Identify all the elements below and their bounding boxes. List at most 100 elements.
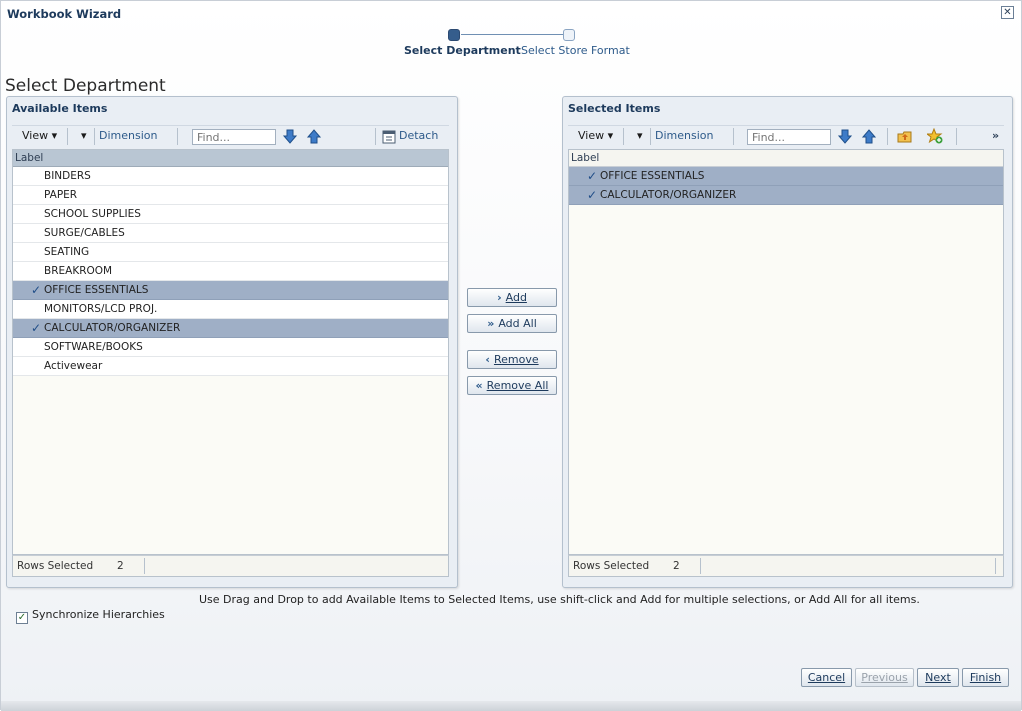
- cancel-button[interactable]: Cancel: [801, 668, 852, 687]
- list-item-label: MONITORS/LCD PROJ.: [44, 303, 158, 315]
- toolbar-separator: [733, 128, 734, 145]
- dimension-link[interactable]: Dimension: [99, 129, 157, 142]
- close-icon[interactable]: ✕: [1001, 6, 1014, 19]
- add-button[interactable]: › Add: [467, 288, 557, 307]
- add-all-button[interactable]: » Add All: [467, 314, 557, 333]
- double-chevron-right-icon: »: [487, 317, 495, 330]
- list-item-label: PAPER: [44, 189, 78, 201]
- toolbar-separator: [623, 128, 624, 145]
- rows-selected-label: Rows Selected: [17, 560, 94, 572]
- remove-all-button[interactable]: «Remove All: [467, 376, 557, 395]
- detach-link[interactable]: Detach: [399, 129, 438, 142]
- list-item[interactable]: ✓ CALCULATOR/ORGANIZER: [13, 319, 448, 338]
- list-item-label: CALCULATOR/ORGANIZER: [44, 322, 181, 334]
- selected-items-table: Label ✓ OFFICE ESSENTIALS ✓ CALCULATOR/ORGA…: [568, 149, 1004, 555]
- find-input[interactable]: [192, 129, 276, 145]
- status-separator: [144, 558, 145, 574]
- workbook-wizard-dialog: Workbook Wizard ✕ Select Department Sele…: [0, 0, 1022, 711]
- dimension-dropdown-icon[interactable]: ▾: [637, 129, 643, 142]
- list-item[interactable]: SEATING: [13, 243, 448, 262]
- find-previous-up-icon[interactable]: [306, 128, 322, 145]
- view-menu[interactable]: View ▾: [578, 129, 613, 142]
- list-item[interactable]: ✓ CALCULATOR/ORGANIZER: [569, 186, 1003, 205]
- list-item[interactable]: SURGE/CABLES: [13, 224, 448, 243]
- find-previous-up-icon[interactable]: [861, 128, 877, 145]
- checkmark-icon: ✓: [31, 283, 42, 297]
- previous-button-label: Previous: [861, 671, 908, 684]
- selected-items-panel: Selected Items View ▾ ▾ Dimension Find..…: [562, 96, 1013, 588]
- toolbar-separator: [94, 128, 95, 145]
- checkmark-icon: ✓: [587, 169, 598, 183]
- list-item-label: SEATING: [44, 246, 90, 258]
- train-stop-next[interactable]: [563, 29, 575, 41]
- dimension-dropdown-icon[interactable]: ▾: [81, 129, 87, 142]
- synchronize-hierarchies-label: Synchronize Hierarchies: [32, 608, 165, 621]
- list-item[interactable]: ✓ OFFICE ESSENTIALS: [13, 281, 448, 300]
- checkmark-icon: ✓: [31, 321, 42, 335]
- drag-drop-hint: Use Drag and Drop to add Available Items…: [199, 593, 920, 606]
- available-items-panel: Available Items View ▾ ▾ Dimension Detac…: [6, 96, 458, 588]
- double-chevron-left-icon: «: [475, 379, 483, 392]
- selected-status-bar: Rows Selected 2: [568, 555, 1004, 577]
- toolbar-separator: [650, 128, 651, 145]
- train-line: [461, 34, 563, 35]
- list-item-label: BREAKROOM: [44, 265, 113, 277]
- view-menu[interactable]: View ▾: [22, 129, 57, 142]
- add-button-label: Add: [505, 291, 527, 304]
- available-toolbar: View ▾ ▾ Dimension Detach: [12, 125, 449, 147]
- train-step-select-store-format[interactable]: Select Store Format: [521, 44, 630, 57]
- add-favorite-star-icon[interactable]: [927, 128, 943, 145]
- list-item[interactable]: SCHOOL SUPPLIES: [13, 205, 448, 224]
- rows-selected-count: 2: [673, 560, 680, 572]
- list-item-label: BINDERS: [44, 170, 91, 182]
- list-item[interactable]: SOFTWARE/BOOKS: [13, 338, 448, 357]
- wizard-train: Select Department Select Store Format: [401, 27, 631, 61]
- status-separator: [700, 558, 701, 574]
- list-item-label: SCHOOL SUPPLIES: [44, 208, 141, 220]
- find-next-down-icon[interactable]: [837, 128, 853, 145]
- list-item-label: SURGE/CABLES: [44, 227, 125, 239]
- list-item[interactable]: ✓ OFFICE ESSENTIALS: [569, 167, 1003, 186]
- toolbar-separator: [887, 128, 888, 145]
- selected-toolbar: View ▾ ▾ Dimension »: [568, 125, 1004, 147]
- available-items-header: Available Items: [12, 102, 108, 115]
- toolbar-separator: [67, 128, 68, 145]
- add-all-button-label: Add All: [498, 317, 537, 330]
- toolbar-overflow-icon[interactable]: »: [992, 129, 999, 142]
- list-item-label: SOFTWARE/BOOKS: [44, 341, 143, 353]
- dimension-link[interactable]: Dimension: [655, 129, 713, 142]
- rows-selected-count: 2: [117, 560, 124, 572]
- list-item[interactable]: PAPER: [13, 186, 448, 205]
- column-header-label[interactable]: Label: [13, 150, 448, 167]
- list-item-label: OFFICE ESSENTIALS: [44, 284, 149, 296]
- finish-button-label: Finish: [969, 671, 1002, 684]
- next-button-label: Next: [925, 671, 951, 684]
- list-item[interactable]: BINDERS: [13, 167, 448, 186]
- remove-all-button-label: Remove All: [486, 379, 549, 392]
- detach-icon[interactable]: [381, 128, 397, 145]
- train-stop-current: [448, 29, 460, 41]
- page-title: Select Department: [5, 76, 166, 96]
- available-status-bar: Rows Selected 2: [12, 555, 449, 577]
- rows-selected-label: Rows Selected: [573, 560, 650, 572]
- column-header-label[interactable]: Label: [569, 150, 1003, 167]
- synchronize-hierarchies-checkbox[interactable]: ✓: [16, 612, 28, 624]
- list-item[interactable]: MONITORS/LCD PROJ.: [13, 300, 448, 319]
- finish-button[interactable]: Finish: [962, 668, 1009, 687]
- move-to-top-folder-icon[interactable]: [897, 128, 913, 145]
- checkmark-icon: ✓: [587, 188, 598, 202]
- find-next-down-icon[interactable]: [282, 128, 298, 145]
- list-item-label: CALCULATOR/ORGANIZER: [600, 189, 737, 201]
- remove-button-label: Remove: [493, 353, 539, 366]
- list-item[interactable]: Activewear: [13, 357, 448, 376]
- previous-button[interactable]: Previous: [855, 668, 914, 687]
- cancel-button-label: Cancel: [807, 671, 846, 684]
- synchronize-hierarchies-option[interactable]: ✓ Synchronize Hierarchies: [16, 608, 165, 624]
- selected-items-header: Selected Items: [568, 102, 661, 115]
- find-input[interactable]: [747, 129, 831, 145]
- window-title: Workbook Wizard: [7, 7, 122, 21]
- list-item[interactable]: BREAKROOM: [13, 262, 448, 281]
- remove-button[interactable]: ‹ Remove: [467, 350, 557, 369]
- list-item-label: Activewear: [44, 360, 103, 372]
- next-button[interactable]: Next: [917, 668, 959, 687]
